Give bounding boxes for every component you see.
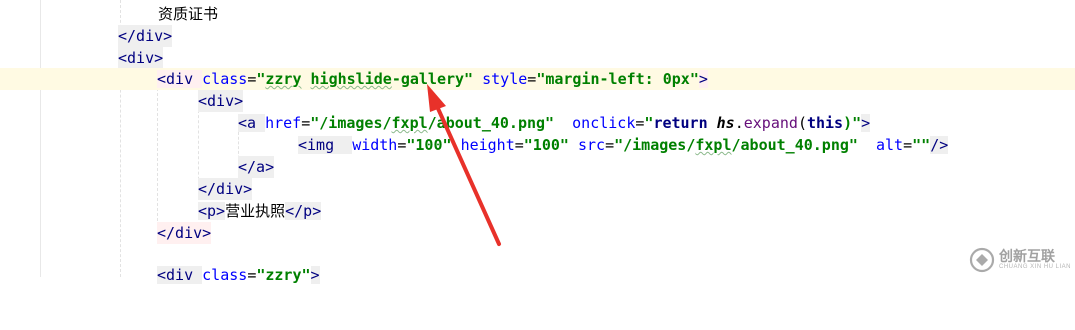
logo-mark-icon bbox=[969, 247, 995, 273]
code-line[interactable]: </div> bbox=[0, 25, 1075, 47]
code-line[interactable]: <div> bbox=[0, 47, 1075, 69]
closing-a-tag: </a> bbox=[238, 156, 275, 178]
watermark-cn: 创新互联 bbox=[998, 249, 1055, 265]
text-node: 资质证书 bbox=[158, 5, 219, 23]
code-line[interactable]: 资质证书 bbox=[0, 3, 1075, 25]
code-line[interactable]: <p>营业执照</p> bbox=[0, 200, 1075, 222]
code-line[interactable]: <img width="100" height="100" src="/imag… bbox=[0, 134, 1075, 156]
watermark-logo: 创新互联 CHUANG XIN HU LIAN bbox=[969, 247, 1071, 273]
code-line[interactable]: <a href="/images/fxpl/about_40.png" oncl… bbox=[0, 112, 1075, 134]
code-line-current[interactable]: <div class="zzry highslide-gallery" styl… bbox=[0, 68, 1075, 90]
div-zzry-tag: <div class="zzry"> bbox=[157, 266, 320, 284]
anchor-tag: <a href="/images/fxpl/about_40.png" oncl… bbox=[238, 114, 871, 132]
code-editor[interactable]: 资质证书 </div> <div> <div class="zzry highs… bbox=[0, 0, 1075, 284]
closing-div-tag: </div> bbox=[198, 178, 253, 200]
img-tag: <img width="100" height="100" src="/imag… bbox=[298, 136, 949, 154]
code-line[interactable]: <div> bbox=[0, 90, 1075, 112]
div-gallery-tag: <div class="zzry highslide-gallery" styl… bbox=[157, 70, 708, 88]
paragraph-tag: <p>营业执照</p> bbox=[198, 202, 322, 220]
code-line[interactable]: </div> bbox=[0, 178, 1075, 200]
code-line[interactable]: <div class="zzry"> bbox=[0, 264, 1075, 286]
code-line[interactable]: </div> bbox=[0, 222, 1075, 244]
opening-div-tag: <div> bbox=[118, 47, 164, 69]
closing-div-tag: </div> bbox=[118, 25, 173, 47]
opening-div-tag: <div> bbox=[198, 90, 244, 112]
code-line[interactable]: </a> bbox=[0, 156, 1075, 178]
watermark-text: 创新互联 CHUANG XIN HU LIAN bbox=[999, 250, 1071, 270]
closing-div-tag: </div> bbox=[157, 222, 212, 244]
watermark-en: CHUANG XIN HU LIAN bbox=[998, 264, 1071, 270]
